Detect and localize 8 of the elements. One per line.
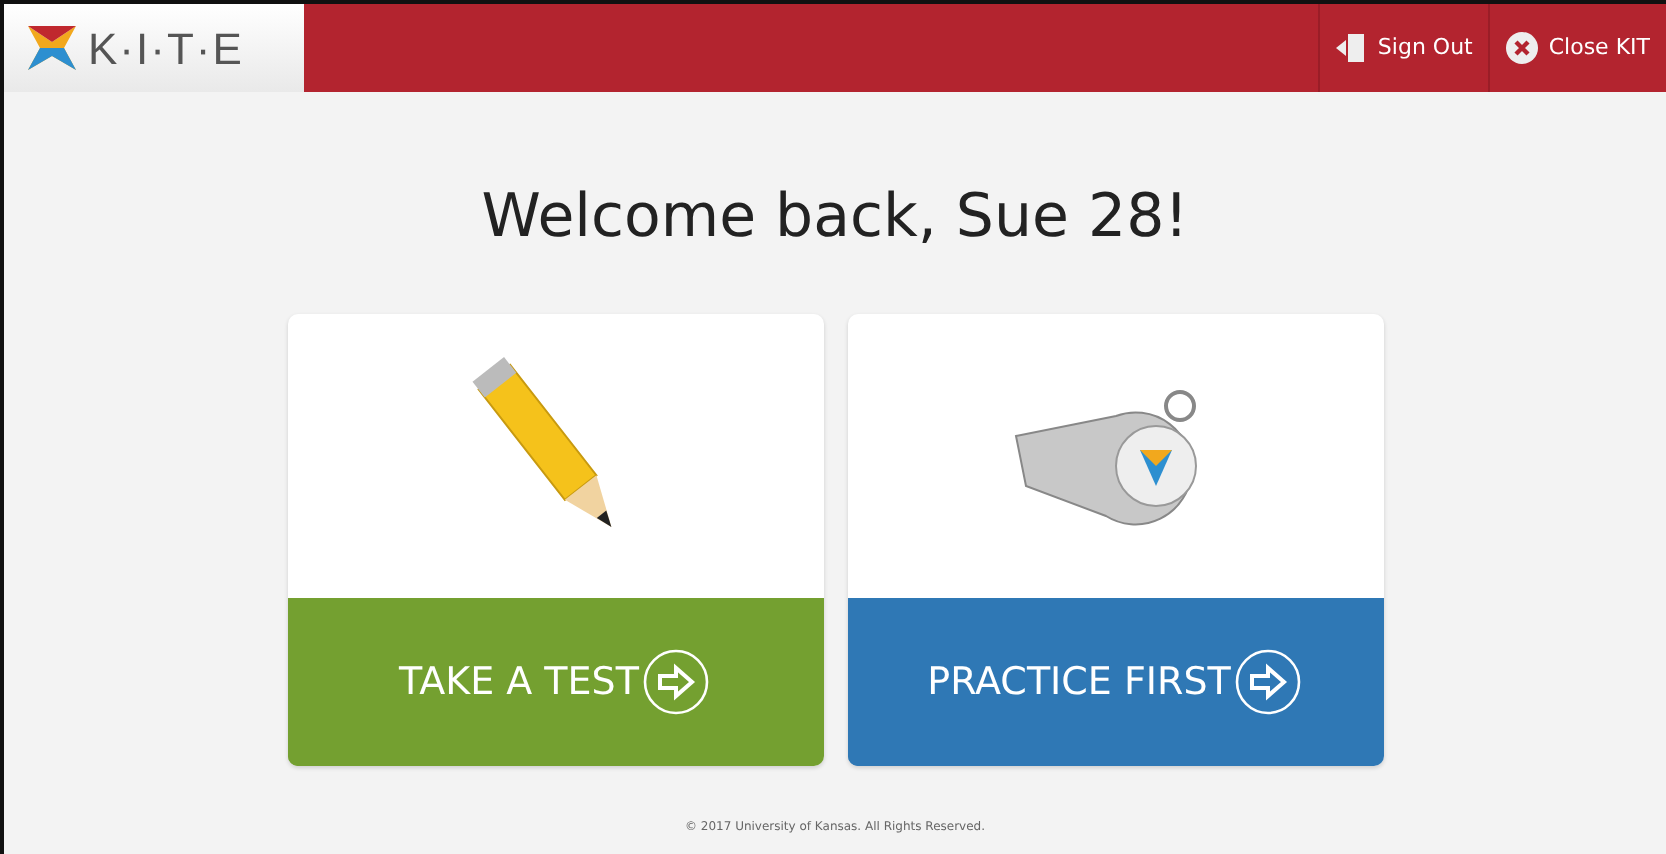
practice-button[interactable]: PRACTICE FIRST xyxy=(847,598,1383,766)
close-button[interactable]: Close KIT xyxy=(1488,4,1666,92)
logo-icon xyxy=(28,26,76,70)
door-icon xyxy=(1335,32,1368,64)
welcome-heading: Welcome back, Sue 28! xyxy=(479,180,1191,256)
close-icon xyxy=(1506,32,1539,64)
logo-text: K·I·T·E xyxy=(88,21,244,77)
sign-out-button[interactable]: Sign Out xyxy=(1317,4,1489,92)
